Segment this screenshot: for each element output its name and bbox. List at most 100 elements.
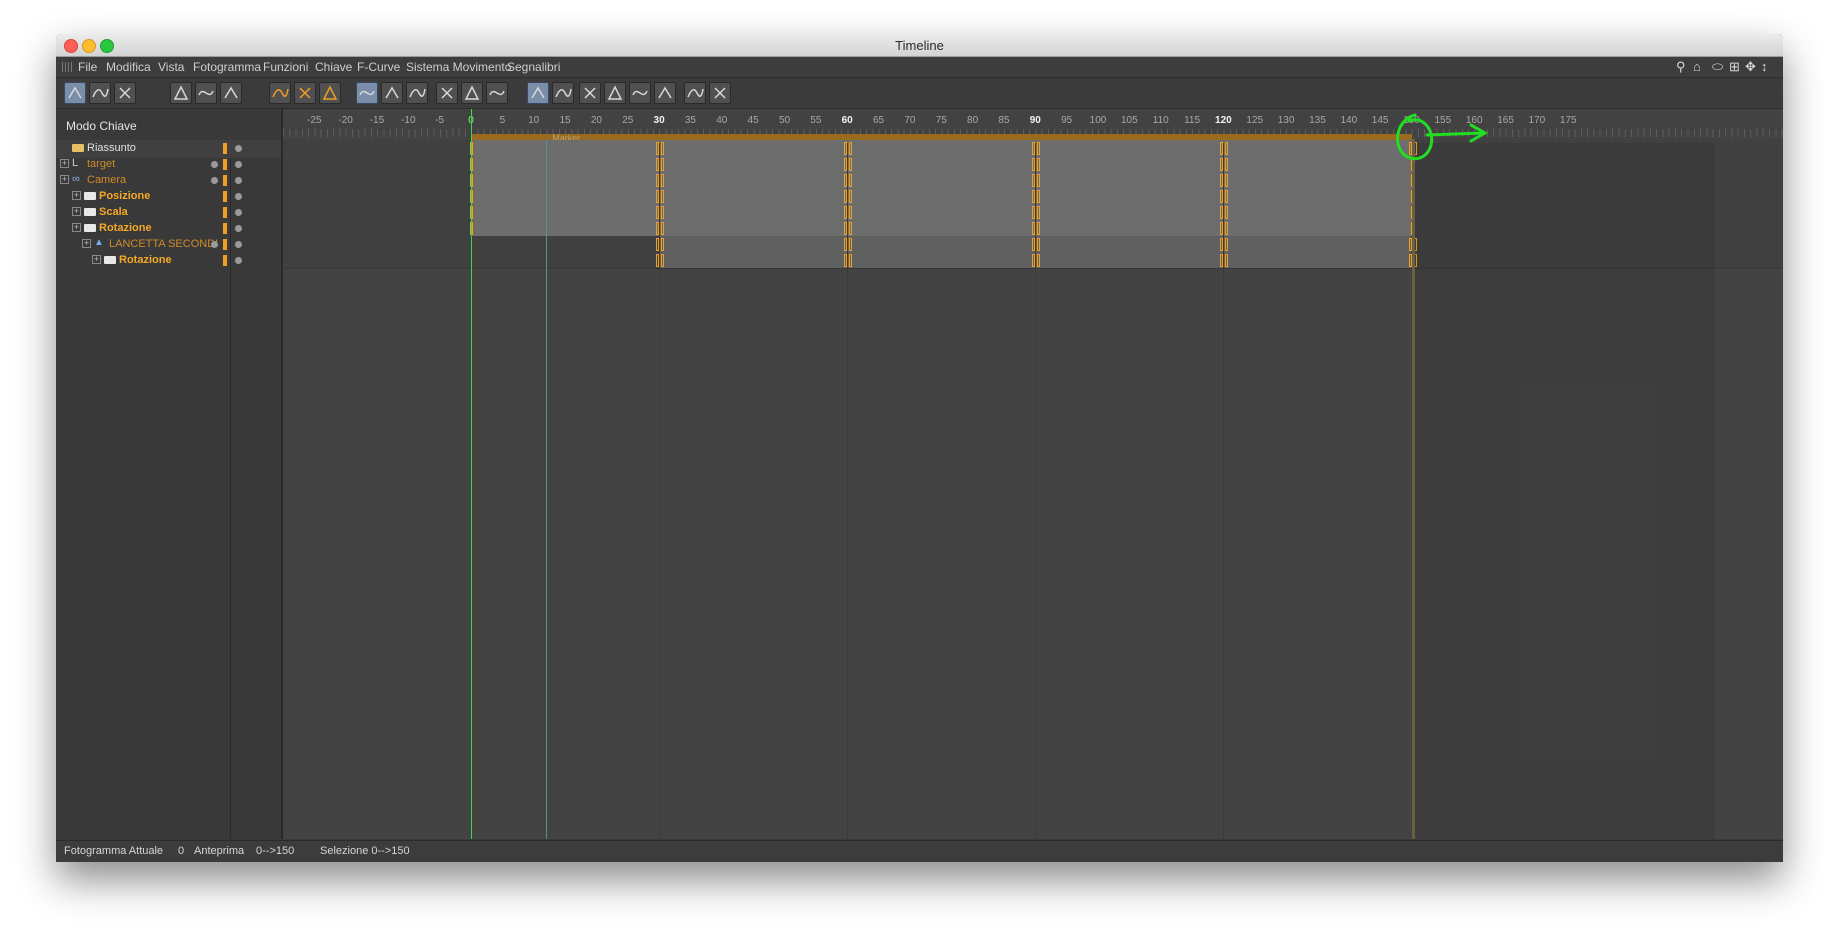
move-icon[interactable]: ✥ bbox=[1745, 59, 1756, 75]
key-indicator[interactable] bbox=[223, 191, 227, 202]
track-row[interactable]: + Rotazione bbox=[56, 252, 281, 270]
key-indicator[interactable] bbox=[223, 175, 227, 186]
lock-time-button[interactable] bbox=[579, 82, 601, 104]
resize-icon[interactable]: ↕ bbox=[1761, 59, 1768, 74]
key-mode-button[interactable] bbox=[64, 82, 86, 104]
fcurve-mode-button[interactable] bbox=[89, 82, 111, 104]
home-icon[interactable]: ⌂ bbox=[1693, 59, 1701, 74]
expand-toggle-icon[interactable]: + bbox=[60, 159, 69, 168]
keyframe[interactable] bbox=[1225, 190, 1229, 203]
keyframe[interactable] bbox=[661, 142, 665, 155]
keyframe[interactable] bbox=[1037, 222, 1041, 235]
zero-key-button[interactable] bbox=[709, 82, 731, 104]
keyframe[interactable] bbox=[661, 206, 665, 219]
keyframe[interactable] bbox=[661, 254, 665, 267]
key-indicator[interactable] bbox=[223, 143, 227, 154]
timeline-area[interactable]: -25-20-15-10-505101520253035404550556065… bbox=[283, 109, 1783, 839]
key-indicator[interactable] bbox=[223, 223, 227, 234]
keyframe[interactable] bbox=[1225, 206, 1229, 219]
menu-sistema-movimento[interactable]: Sistema Movimento bbox=[406, 60, 511, 74]
expand-toggle-icon[interactable]: + bbox=[92, 255, 101, 264]
menu-segnalibri[interactable]: Segnalibri bbox=[507, 60, 560, 74]
keyframe[interactable] bbox=[1037, 254, 1041, 267]
keyframe[interactable] bbox=[849, 206, 853, 219]
track-dot[interactable] bbox=[211, 161, 218, 168]
playhead-line[interactable] bbox=[471, 109, 472, 839]
add-keys-button[interactable] bbox=[294, 82, 316, 104]
keyframe[interactable] bbox=[1037, 190, 1041, 203]
remove-key-button[interactable] bbox=[319, 82, 341, 104]
keyframe[interactable] bbox=[661, 190, 665, 203]
menu-chiave[interactable]: Chiave bbox=[315, 60, 352, 74]
keyframe[interactable] bbox=[849, 158, 853, 171]
key-indicator[interactable] bbox=[223, 159, 227, 170]
menu-funzioni[interactable]: Funzioni bbox=[263, 60, 308, 74]
track-dot[interactable] bbox=[211, 241, 218, 248]
track-dot[interactable] bbox=[235, 161, 242, 168]
track-dot[interactable] bbox=[211, 177, 218, 184]
scale-keys-button[interactable] bbox=[552, 82, 574, 104]
track-dot[interactable] bbox=[235, 177, 242, 184]
expand-toggle-icon[interactable]: + bbox=[82, 239, 91, 248]
keyframe[interactable] bbox=[1225, 174, 1229, 187]
keyframe[interactable] bbox=[1225, 222, 1229, 235]
keyframe[interactable] bbox=[661, 174, 665, 187]
mute-key-button[interactable] bbox=[684, 82, 706, 104]
keyframe[interactable] bbox=[661, 222, 665, 235]
search-icon[interactable]: ⚲ bbox=[1676, 59, 1686, 75]
keyframe[interactable] bbox=[1037, 158, 1041, 171]
view-icon[interactable]: ⬭ bbox=[1712, 59, 1723, 75]
keyframe[interactable] bbox=[849, 142, 853, 155]
keyframe[interactable] bbox=[1037, 206, 1041, 219]
key-indicator[interactable] bbox=[223, 239, 227, 250]
keyframe[interactable] bbox=[1037, 238, 1041, 251]
keyframe[interactable] bbox=[1037, 142, 1041, 155]
menu-vista[interactable]: Vista bbox=[158, 60, 184, 74]
ease-out-button[interactable] bbox=[461, 82, 483, 104]
motion-mode-button[interactable] bbox=[114, 82, 136, 104]
keyframe[interactable] bbox=[849, 190, 853, 203]
keyframe[interactable] bbox=[661, 238, 665, 251]
key-indicator[interactable] bbox=[223, 255, 227, 266]
expand-toggle-icon[interactable]: + bbox=[72, 223, 81, 232]
track-dot[interactable] bbox=[235, 145, 242, 152]
add-key-button[interactable] bbox=[269, 82, 291, 104]
expand-toggle-icon[interactable]: + bbox=[72, 207, 81, 216]
track-dot[interactable] bbox=[235, 241, 242, 248]
curve-shape-button[interactable] bbox=[195, 82, 217, 104]
track-dot[interactable] bbox=[235, 193, 242, 200]
lock-value-button[interactable] bbox=[604, 82, 626, 104]
lock-tangent-button[interactable] bbox=[629, 82, 651, 104]
menu-fotogramma[interactable]: Fotogramma bbox=[193, 60, 261, 74]
key-linear-button[interactable] bbox=[356, 82, 378, 104]
key-step-button[interactable] bbox=[381, 82, 403, 104]
track-dot[interactable] bbox=[235, 225, 242, 232]
keyframe[interactable] bbox=[849, 238, 853, 251]
keyframe[interactable] bbox=[849, 174, 853, 187]
keyframe[interactable] bbox=[661, 158, 665, 171]
expand-toggle-icon[interactable]: + bbox=[60, 175, 69, 184]
keyframe[interactable] bbox=[1225, 238, 1229, 251]
key-spline-button[interactable] bbox=[406, 82, 428, 104]
menu-modifica[interactable]: Modifica bbox=[106, 60, 151, 74]
key-indicator[interactable] bbox=[223, 207, 227, 218]
ease-both-button[interactable] bbox=[486, 82, 508, 104]
expand-toggle-icon[interactable]: + bbox=[72, 191, 81, 200]
frame-ruler[interactable]: -25-20-15-10-505101520253035404550556065… bbox=[283, 109, 1783, 144]
keyframe[interactable] bbox=[1225, 254, 1229, 267]
keyframe[interactable] bbox=[1225, 142, 1229, 155]
menu-file[interactable]: File bbox=[78, 60, 97, 74]
select-keys-button[interactable] bbox=[527, 82, 549, 104]
curve-lock-button[interactable] bbox=[220, 82, 242, 104]
keyframe[interactable] bbox=[1225, 158, 1229, 171]
track-dot[interactable] bbox=[235, 209, 242, 216]
lock-length-button[interactable] bbox=[654, 82, 676, 104]
keyframe[interactable] bbox=[849, 222, 853, 235]
menu-fcurve[interactable]: F-Curve bbox=[357, 60, 400, 74]
ease-in-button[interactable] bbox=[436, 82, 458, 104]
keyframe[interactable] bbox=[849, 254, 853, 267]
snap-curve-button[interactable] bbox=[170, 82, 192, 104]
keyframe[interactable] bbox=[1037, 174, 1041, 187]
track-dot[interactable] bbox=[235, 257, 242, 264]
frame-icon[interactable]: ⊞ bbox=[1729, 59, 1740, 75]
